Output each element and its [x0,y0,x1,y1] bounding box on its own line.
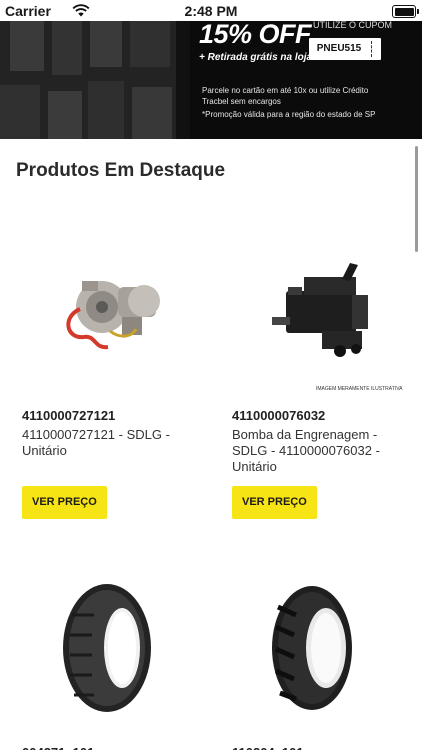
coupon-label: UTILIZE O CUPOM [313,21,393,30]
status-bar: Carrier 2:48 PM [0,0,422,21]
turbocharger-icon [66,281,160,350]
tire-tread-image [0,21,190,139]
coupon-perforation [371,41,372,57]
product-description[interactable]: 4110000727121 - SDLG - Unitário [22,427,202,459]
see-price-button[interactable]: VER PREÇO [22,486,107,519]
free-pickup-text: + Retirada grátis na loja [199,52,313,63]
discount-headline: 15% OFF [199,21,312,49]
truck-tire-icon [63,584,151,712]
coupon-tag: PNEU515 [309,38,381,60]
hydraulic-pump-icon [272,263,368,357]
see-price-button[interactable]: VER PREÇO [232,486,317,519]
installments-text: Parcele no cartão em até 10x ou utilize … [202,86,369,106]
product-card[interactable]: 004271_101 [22,555,212,750]
product-code[interactable]: 4110000076032 [232,408,325,423]
coupon-code: PNEU515 [316,43,362,54]
product-code[interactable]: 004271_101 [22,745,94,750]
clock: 2:48 PM [184,3,238,19]
product-code[interactable]: 4110000727121 [22,408,115,423]
product-card[interactable]: 110204_101 [232,555,422,750]
promo-banner[interactable]: 15% OFF + Retirada grátis na loja UTILIZ… [0,21,422,139]
battery-icon [392,5,419,18]
illustrative-image-note: IMAGEM MERAMENTE ILUSTRATIVA [316,386,403,392]
otr-tire-icon [272,586,352,710]
section-title: Produtos Em Destaque [16,160,226,181]
product-code[interactable]: 110204_101 [232,745,304,750]
product-description[interactable]: Bomba da Engrenagem - SDLG - 41100000760… [232,427,412,475]
promo-disclaimer: *Promoção válida para a região do estado… [202,110,376,119]
